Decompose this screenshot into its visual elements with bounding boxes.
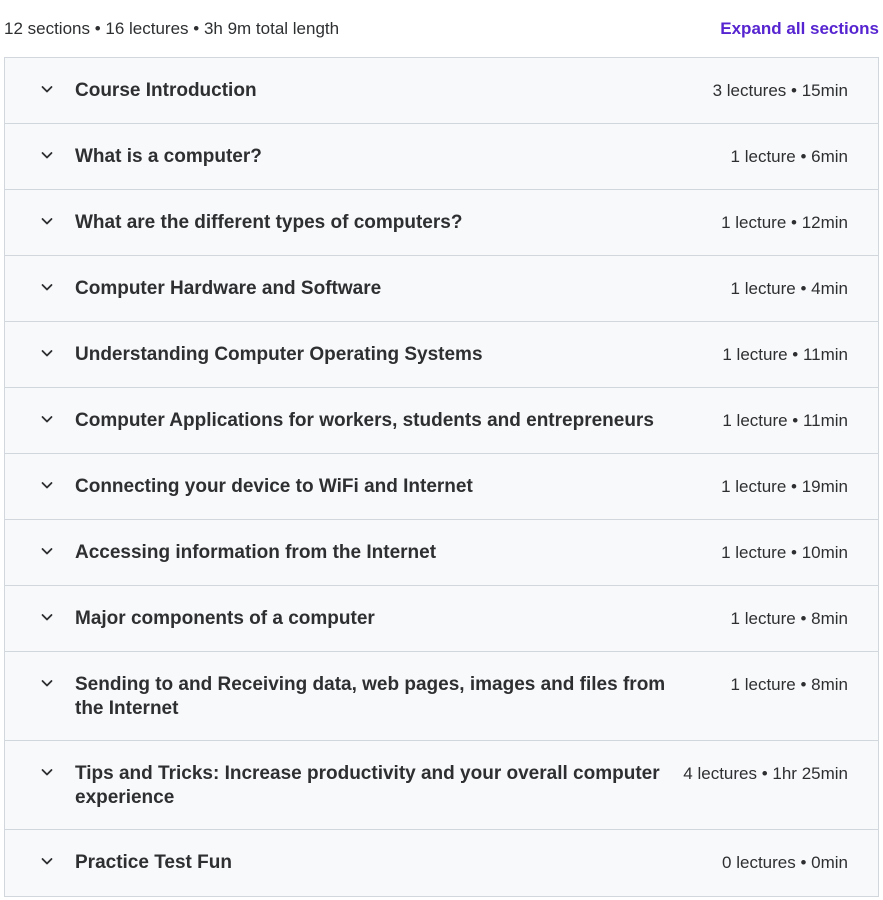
section-meta: 1 lecture • 12min [721,213,848,232]
section-row[interactable]: Major components of a computer 1 lecture… [5,586,878,652]
section-meta: 4 lectures • 1hr 25min [683,764,848,783]
section-row[interactable]: Course Introduction 3 lectures • 15min [5,58,878,124]
section-row[interactable]: Practice Test Fun 0 lectures • 0min [5,830,878,896]
section-row[interactable]: What are the different types of computer… [5,190,878,256]
section-meta: 1 lecture • 8min [730,675,848,694]
section-title: Major components of a computer [75,608,375,629]
section-meta: 3 lectures • 15min [712,81,848,100]
section-row[interactable]: Connecting your device to WiFi and Inter… [5,454,878,520]
chevron-down-icon [39,279,55,295]
section-meta: 1 lecture • 19min [721,477,848,496]
section-row[interactable]: Computer Applications for workers, stude… [5,388,878,454]
section-title: Connecting your device to WiFi and Inter… [75,476,473,497]
chevron-down-icon [39,764,55,780]
section-row[interactable]: Understanding Computer Operating Systems… [5,322,878,388]
chevron-down-icon [39,609,55,625]
section-meta: 1 lecture • 11min [722,345,848,364]
chevron-down-icon [39,147,55,163]
chevron-down-icon [39,213,55,229]
section-row[interactable]: Accessing information from the Internet … [5,520,878,586]
section-title: Computer Hardware and Software [75,278,382,299]
section-row[interactable]: Sending to and Receiving data, web pages… [5,652,878,741]
section-title: What is a computer? [75,146,262,167]
section-title: Accessing information from the Internet [75,542,437,563]
section-title: Understanding Computer Operating Systems [75,344,483,365]
section-title: What are the different types of computer… [75,212,463,233]
section-meta: 1 lecture • 8min [730,609,848,628]
section-title: Computer Applications for workers, stude… [75,410,654,431]
section-list: Course Introduction 3 lectures • 15min W… [4,57,879,897]
section-row[interactable]: Tips and Tricks: Increase productivity a… [5,741,878,830]
section-meta: 1 lecture • 4min [730,279,848,298]
section-meta: 0 lectures • 0min [722,853,848,872]
section-title: Course Introduction [75,80,257,101]
expand-all-sections-button[interactable]: Expand all sections [720,19,879,39]
section-meta: 1 lecture • 6min [730,147,848,166]
section-row[interactable]: What is a computer? 1 lecture • 6min [5,124,878,190]
curriculum-page: 12 sections • 16 lectures • 3h 9m total … [0,0,883,900]
chevron-down-icon [39,477,55,493]
chevron-down-icon [39,411,55,427]
chevron-down-icon [39,345,55,361]
section-title: Practice Test Fun [75,852,232,873]
section-row[interactable]: Computer Hardware and Software 1 lecture… [5,256,878,322]
chevron-down-icon [39,675,55,691]
section-meta: 1 lecture • 10min [721,543,848,562]
chevron-down-icon [39,853,55,869]
chevron-down-icon [39,543,55,559]
curriculum-summary: 12 sections • 16 lectures • 3h 9m total … [4,19,340,38]
section-meta: 1 lecture • 11min [722,411,848,430]
section-title: Tips and Tricks: Increase productivity a… [75,763,660,808]
section-title: Sending to and Receiving data, web pages… [75,674,666,719]
curriculum-summary-bar: 12 sections • 16 lectures • 3h 9m total … [0,0,883,58]
chevron-down-icon [39,81,55,97]
